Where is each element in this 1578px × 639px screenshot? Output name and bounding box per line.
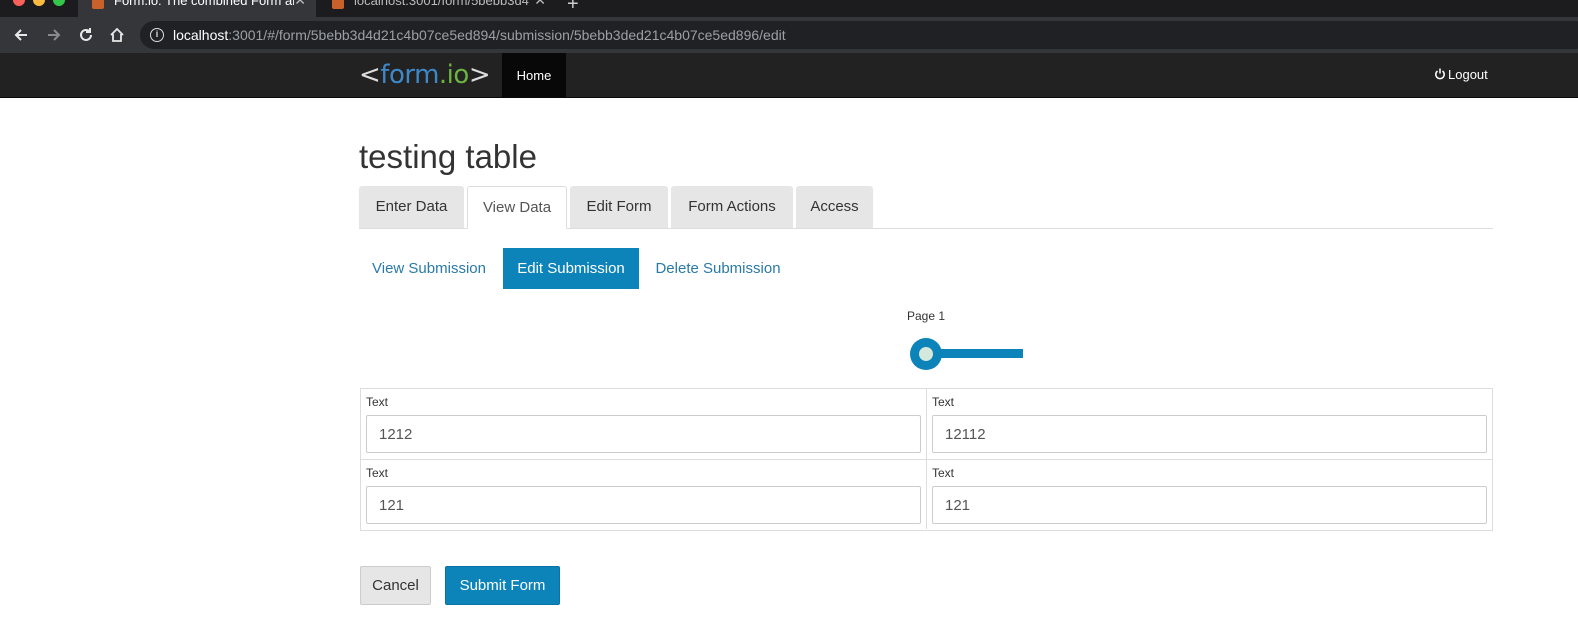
formio-logo[interactable]: <form.io> [359,60,491,90]
tab-access[interactable]: Access [796,186,873,228]
table-cell: Text [926,459,1492,529]
logout-label: Logout [1448,67,1488,82]
nav-home-link[interactable]: Home [502,53,566,98]
new-tab-icon[interactable]: + [567,0,579,16]
logout-link[interactable]: Logout [1434,67,1488,82]
browser-tab-title: localhost:3001/form/5bebb3d4 [354,0,529,8]
wizard-current-marker [919,347,933,361]
edit-submission-link[interactable]: Edit Submission [503,248,639,289]
tab-edit-form[interactable]: Edit Form [570,186,668,228]
formio-favicon-icon [92,0,104,9]
wizard-page-label[interactable]: Page 1 [907,309,945,323]
text-input[interactable] [932,486,1487,524]
formio-favicon-icon [332,0,344,9]
tab-form-actions[interactable]: Form Actions [671,186,793,228]
view-submission-link[interactable]: View Submission [359,248,499,289]
field-label: Text [932,395,955,409]
field-label: Text [366,395,389,409]
home-icon[interactable] [105,23,129,47]
close-tab-icon[interactable]: ✕ [294,0,306,9]
tab-view-data[interactable]: View Data [467,186,567,229]
browser-tab-formio[interactable]: Form.io: The combined Form and ✕ [78,0,316,17]
browser-tab-title: Form.io: The combined Form and [114,0,294,8]
minimize-window-icon[interactable] [33,0,45,6]
tab-enter-data[interactable]: Enter Data [359,186,464,228]
browser-tab-strip: Form.io: The combined Form and ✕ localho… [0,0,1578,17]
reload-icon[interactable] [74,23,98,47]
submit-form-button[interactable]: Submit Form [445,566,560,605]
delete-submission-link[interactable]: Delete Submission [642,248,794,289]
maximize-window-icon[interactable] [53,0,65,6]
table-cell: Text [361,459,927,529]
info-icon[interactable]: i [150,28,164,42]
browser-tab-localhost[interactable]: localhost:3001/form/5bebb3d4 ✕ [318,0,556,17]
field-label: Text [366,466,389,480]
close-tab-icon[interactable]: ✕ [534,0,546,9]
url-text[interactable]: localhost:3001/#/form/5bebb3d4d21c4b07ce… [173,27,786,43]
field-label: Text [932,466,955,480]
text-input[interactable] [932,415,1487,453]
data-table: Text Text Text Text [360,388,1493,531]
cancel-button[interactable]: Cancel [360,566,431,605]
forward-icon[interactable] [42,23,66,47]
table-cell: Text [926,389,1492,459]
app-navbar: <form.io> Home Logout [0,53,1578,98]
wizard-page-indicator[interactable] [910,338,942,370]
close-window-icon[interactable] [13,0,25,6]
form-tabs: Enter Data View Data Edit Form Form Acti… [359,186,1493,229]
address-bar[interactable]: i localhost:3001/#/form/5bebb3d4d21c4b07… [140,21,1578,49]
table-cell: Text [361,389,927,459]
text-input[interactable] [366,415,921,453]
browser-toolbar: i localhost:3001/#/form/5bebb3d4d21c4b07… [0,17,1578,53]
back-icon[interactable] [9,23,33,47]
power-icon [1435,68,1445,80]
text-input[interactable] [366,486,921,524]
page-title: testing table [359,138,537,175]
